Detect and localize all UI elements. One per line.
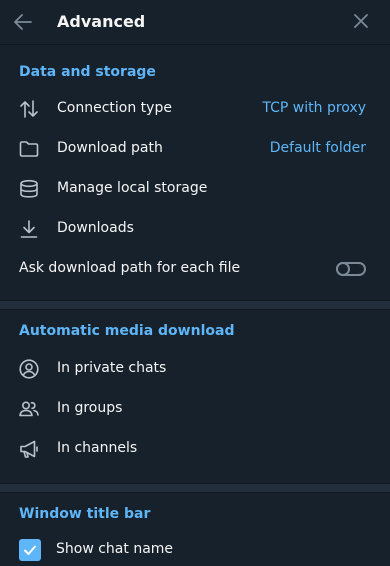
show-chat-name-label: Show chat name xyxy=(56,541,174,557)
user-circle-icon xyxy=(18,358,40,380)
private-chats-row[interactable]: In private chats xyxy=(0,349,390,389)
checkmark-icon xyxy=(24,545,36,555)
ask-download-path-toggle[interactable] xyxy=(336,262,366,276)
section-title-auto-media: Automatic media download xyxy=(19,323,235,339)
close-icon[interactable] xyxy=(352,12,370,30)
database-icon xyxy=(18,178,40,200)
downloads-row[interactable]: Downloads xyxy=(0,209,390,249)
private-chats-label: In private chats xyxy=(57,360,167,376)
page-title: Advanced xyxy=(57,12,146,31)
back-arrow-icon[interactable] xyxy=(12,11,34,33)
section-divider xyxy=(0,483,390,493)
manage-storage-row[interactable]: Manage local storage xyxy=(0,169,390,209)
arrows-updown-icon xyxy=(18,98,40,120)
ask-download-path-row[interactable]: Ask download path for each file xyxy=(0,249,390,289)
toggle-knob xyxy=(336,262,350,276)
connection-type-row[interactable]: Connection type TCP with proxy xyxy=(0,89,390,129)
section-divider xyxy=(0,300,390,310)
ask-download-path-label: Ask download path for each file xyxy=(19,260,241,276)
group-icon xyxy=(18,398,40,420)
groups-label: In groups xyxy=(57,400,123,416)
show-chat-name-checkbox[interactable] xyxy=(19,539,41,561)
auto-media-section: Automatic media download In private chat… xyxy=(0,310,390,483)
megaphone-icon xyxy=(18,438,40,460)
data-storage-section: Data and storage Connection type TCP wit… xyxy=(0,45,390,300)
section-title-window-title-bar: Window title bar xyxy=(19,506,151,522)
manage-storage-label: Manage local storage xyxy=(57,180,208,196)
groups-row[interactable]: In groups xyxy=(0,389,390,429)
section-title-data-storage: Data and storage xyxy=(19,64,156,80)
download-path-row[interactable]: Download path Default folder xyxy=(0,129,390,169)
download-icon xyxy=(18,218,40,240)
download-path-value[interactable]: Default folder xyxy=(270,140,366,156)
window-title-bar-section: Window title bar Show chat name xyxy=(0,493,390,566)
connection-type-value[interactable]: TCP with proxy xyxy=(262,100,366,116)
channels-label: In channels xyxy=(57,440,138,456)
show-chat-name-row[interactable]: Show chat name xyxy=(0,530,390,566)
connection-type-label: Connection type xyxy=(57,100,172,116)
folder-icon xyxy=(18,138,40,160)
channels-row[interactable]: In channels xyxy=(0,429,390,469)
downloads-label: Downloads xyxy=(57,220,134,236)
download-path-label: Download path xyxy=(57,140,163,156)
header: Advanced xyxy=(0,0,390,45)
